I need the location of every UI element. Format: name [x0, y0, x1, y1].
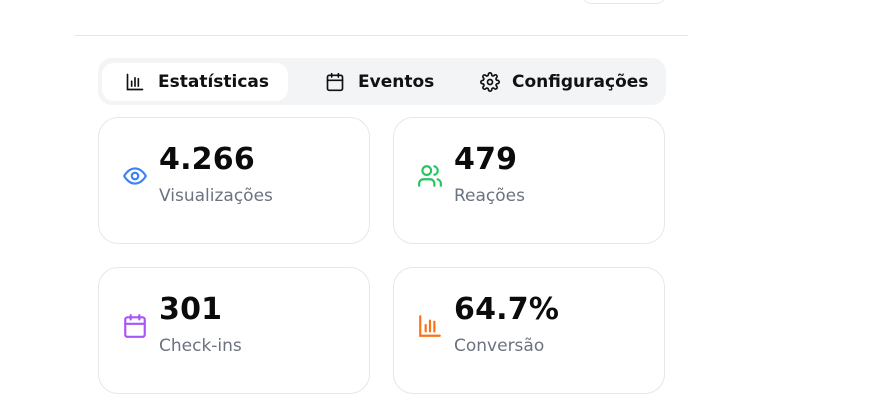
- tab-label: Configurações: [512, 72, 649, 92]
- eye-icon: [121, 162, 149, 190]
- calendar-icon: [121, 312, 149, 340]
- stat-value: 301: [159, 292, 223, 327]
- users-icon: [416, 162, 444, 190]
- gear-icon: [480, 71, 500, 93]
- stat-label: Check-ins: [159, 336, 242, 356]
- stat-card-conversion: 64.7% Conversão: [393, 267, 665, 394]
- stat-card-views: 4.266 Visualizações: [98, 117, 370, 244]
- tab-label: Estatísticas: [158, 72, 270, 92]
- tab-label: Eventos: [358, 72, 435, 92]
- calendar-icon: [324, 71, 346, 93]
- tab-configuracoes[interactable]: Configurações: [458, 63, 666, 101]
- stat-value: 479: [454, 142, 518, 177]
- bar-chart-icon: [124, 71, 146, 93]
- header-divider: [74, 35, 688, 36]
- stat-label: Visualizações: [159, 186, 273, 206]
- bar-chart-icon: [416, 312, 444, 340]
- stat-label: Conversão: [454, 336, 545, 356]
- stat-value: 4.266: [159, 142, 255, 177]
- stat-card-reactions: 479 Reações: [393, 117, 665, 244]
- stat-label: Reações: [454, 186, 525, 206]
- top-action-button[interactable]: [583, 0, 665, 4]
- tab-bar: Estatísticas Eventos Configurações: [98, 58, 666, 105]
- tab-estatisticas[interactable]: Estatísticas: [102, 63, 288, 101]
- stat-card-checkins: 301 Check-ins: [98, 267, 370, 394]
- tab-eventos[interactable]: Eventos: [302, 63, 462, 101]
- stat-value: 64.7%: [454, 292, 560, 327]
